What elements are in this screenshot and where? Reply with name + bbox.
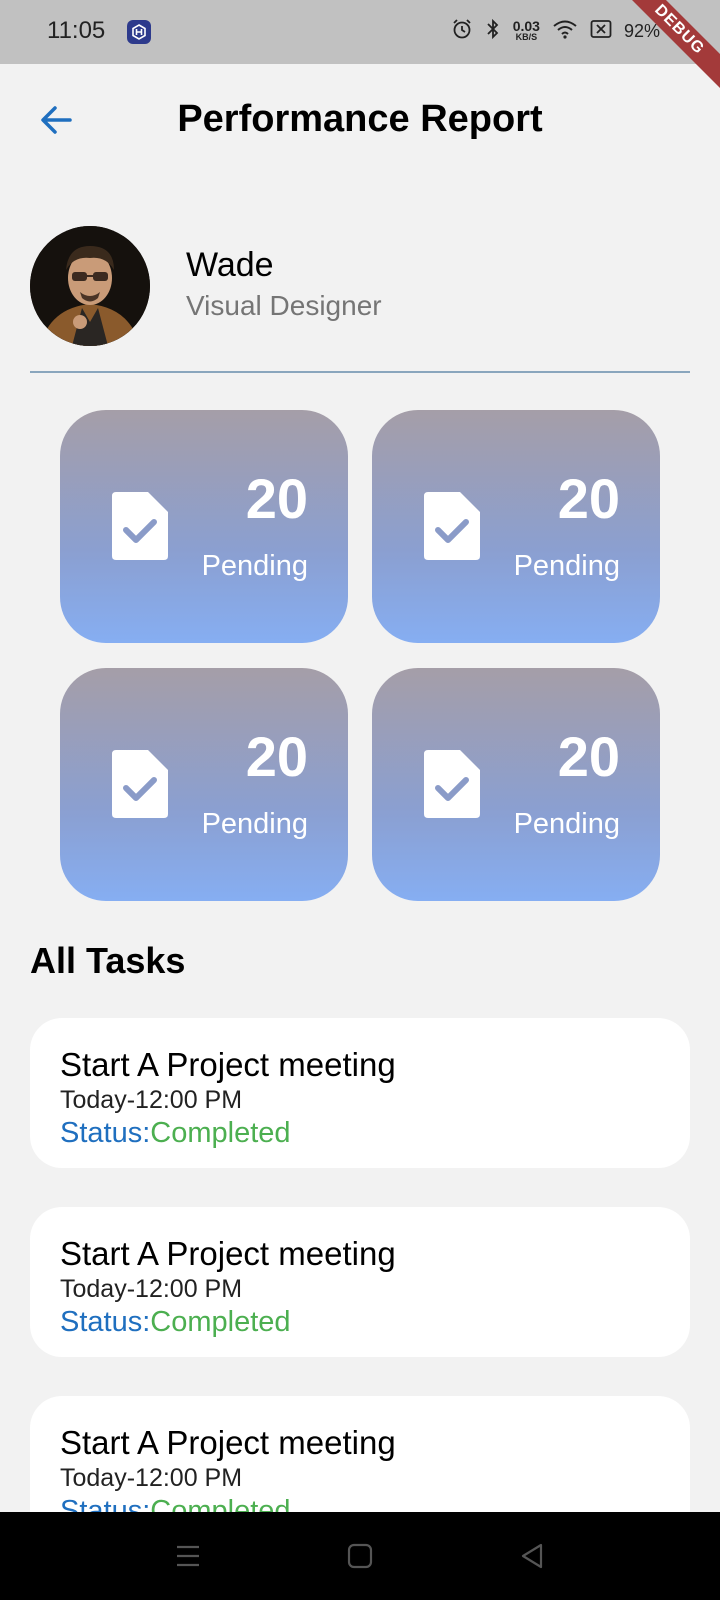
- stat-card[interactable]: 20 Pending: [372, 668, 660, 901]
- app-icon: [127, 20, 151, 44]
- status-label: Status:: [60, 1306, 151, 1338]
- back-triangle-icon: [521, 1543, 543, 1569]
- status-label: Status:: [60, 1495, 151, 1512]
- stat-value: 20: [557, 725, 620, 788]
- menu-button[interactable]: [170, 1538, 206, 1574]
- profile-name: Wade: [186, 246, 274, 284]
- task-status: Status:Completed: [60, 1117, 291, 1150]
- document-check-icon: [112, 492, 168, 560]
- task-status: Status:Completed: [60, 1495, 291, 1512]
- stat-card[interactable]: 20 Pending: [60, 668, 348, 901]
- status-label: Status:: [60, 1117, 151, 1149]
- task-card[interactable]: Start A Project meeting Today-12:00 PM S…: [30, 1207, 690, 1357]
- section-title: All Tasks: [30, 940, 186, 981]
- debug-banner: DEBUG: [610, 0, 720, 99]
- stat-card[interactable]: 20 Pending: [60, 410, 348, 643]
- task-time: Today-12:00 PM: [60, 1464, 243, 1492]
- alarm-icon: [451, 18, 473, 45]
- home-square-icon: [347, 1543, 373, 1569]
- home-button[interactable]: [342, 1538, 378, 1574]
- stat-label: Pending: [201, 550, 308, 582]
- stat-card[interactable]: 20 Pending: [372, 410, 660, 643]
- task-title: Start A Project meeting: [60, 1235, 396, 1272]
- task-status: Status:Completed: [60, 1306, 291, 1339]
- status-icons: 0.03 KB/S 92%: [451, 18, 660, 45]
- battery-level: 92%: [623, 21, 660, 41]
- profile-role: Visual Designer: [186, 290, 382, 321]
- status-value: Completed: [150, 1495, 291, 1512]
- document-check-icon: [424, 492, 480, 560]
- status-bar: 11:05 0.03 KB/S 92% DEBUG: [0, 0, 720, 99]
- task-title: Start A Project meeting: [60, 1424, 396, 1461]
- menu-icon: [177, 1545, 199, 1567]
- status-value: Completed: [150, 1117, 291, 1149]
- stat-value: 20: [245, 467, 308, 530]
- task-card[interactable]: Start A Project meeting Today-12:00 PM S…: [30, 1396, 690, 1512]
- avatar: [30, 226, 150, 346]
- system-nav-bar: [0, 1512, 720, 1600]
- stat-label: Pending: [513, 550, 620, 582]
- network-speed: 0.03 KB/S: [512, 17, 540, 42]
- status-value: Completed: [150, 1306, 291, 1338]
- task-list[interactable]: Start A Project meeting Today-12:00 PM S…: [0, 1000, 720, 1512]
- stat-value: 20: [557, 467, 620, 530]
- task-card[interactable]: Start A Project meeting Today-12:00 PM S…: [30, 1018, 690, 1168]
- wifi-icon: [552, 19, 578, 44]
- stat-label: Pending: [513, 808, 620, 840]
- task-time: Today-12:00 PM: [60, 1275, 243, 1303]
- document-check-icon: [424, 750, 480, 818]
- stat-value: 20: [245, 725, 308, 788]
- back-nav-button[interactable]: [514, 1538, 550, 1574]
- page-title: Performance Report: [177, 98, 543, 140]
- divider: [30, 371, 690, 373]
- stat-label: Pending: [201, 808, 308, 840]
- sim-icon: [590, 19, 612, 44]
- bluetooth-icon: [485, 18, 501, 45]
- task-time: Today-12:00 PM: [60, 1086, 243, 1114]
- document-check-icon: [112, 750, 168, 818]
- task-title: Start A Project meeting: [60, 1046, 396, 1083]
- status-time: 11:05: [47, 17, 106, 44]
